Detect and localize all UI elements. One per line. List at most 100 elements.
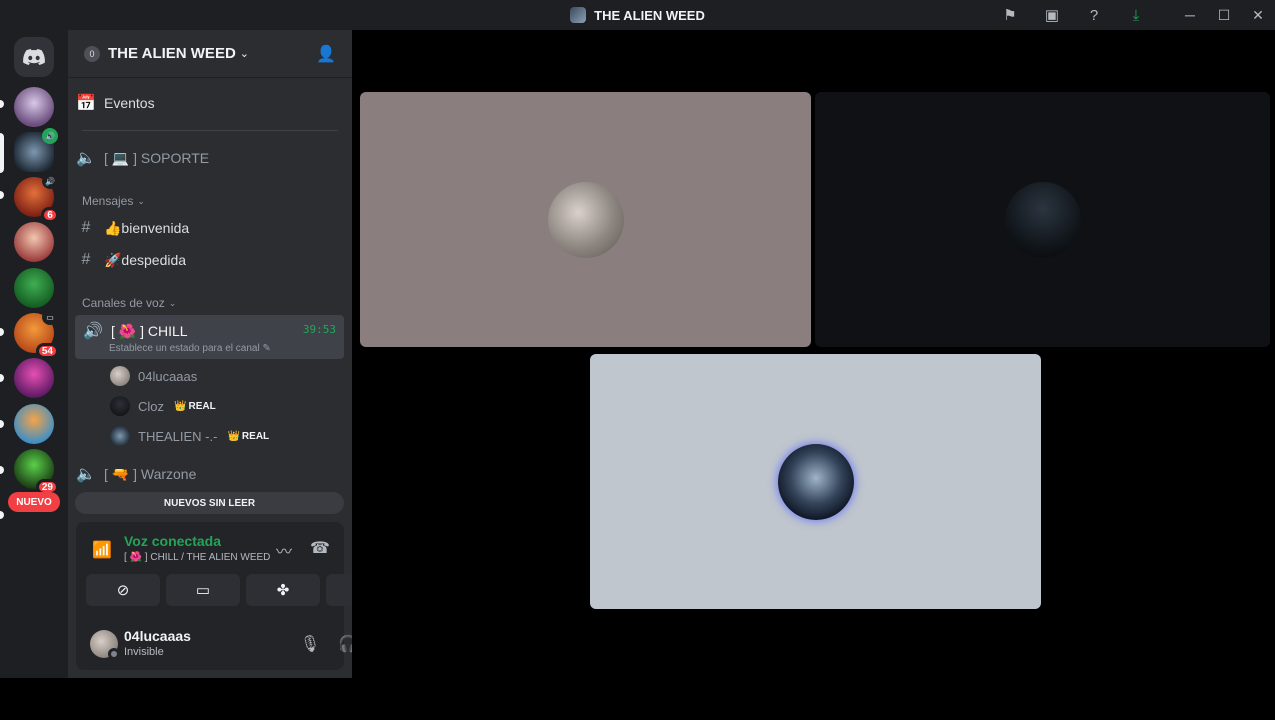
server-icon-7[interactable] [14, 358, 54, 398]
participant-tile-thealien[interactable] [590, 354, 1041, 609]
mention-badge: 6 [41, 207, 59, 223]
screen-share-icon: ▭ [195, 582, 211, 599]
channel-name: [ 💻 ] SOPORTE [104, 149, 210, 166]
screen-record-icon[interactable]: ▣ [1031, 0, 1073, 30]
bottom-strip [0, 678, 1275, 720]
call-timer: 39:53 [302, 323, 336, 336]
unread-pill [0, 191, 4, 199]
voice-channel-chill[interactable]: 🔊 [ 🌺 ] CHILL 39:53 Establece un estado … [75, 315, 344, 359]
avatar [110, 396, 130, 416]
events-item[interactable]: 📅 Eventos [76, 92, 344, 114]
server-icon-9[interactable]: 29 [14, 449, 59, 495]
camera-off-icon: ⊘ [116, 582, 130, 599]
category-mensajes[interactable]: Mensajes ⌄ [82, 194, 145, 208]
server-name: THE ALIEN WEED [108, 45, 236, 62]
hashtag-icon: # [81, 251, 91, 268]
speaker-icon: 🔈 [76, 466, 96, 483]
server-icon-4[interactable] [14, 222, 54, 262]
window-title-text: THE ALIEN WEED [594, 7, 705, 23]
divider [82, 130, 338, 131]
camera-toggle-button[interactable]: ⊘ [86, 574, 160, 606]
voice-call-stage [352, 30, 1275, 678]
server-icon-the-alien-weed[interactable]: 🔊 [14, 128, 58, 172]
speaker-icon: 🔊 [42, 173, 58, 189]
window-title: THE ALIEN WEED [570, 7, 705, 23]
server-icon-5[interactable] [14, 268, 54, 308]
participant-tile-cloz[interactable] [815, 92, 1270, 347]
connection-signal-icon[interactable]: 📶 [92, 540, 112, 560]
category-voz[interactable]: Canales de voz ⌄ [82, 296, 176, 310]
title-bar-actions: ⚑ ▣ ? ⤓ ─ ☐ ✕ [989, 0, 1275, 30]
category-label: Canales de voz [82, 296, 165, 310]
voice-user[interactable]: Cloz 👑 REAL [110, 396, 216, 416]
selected-pill [0, 133, 4, 173]
crown-icon: 👑 [227, 430, 240, 442]
title-bar: THE ALIEN WEED ⚑ ▣ ? ⤓ ─ ☐ ✕ [0, 0, 1275, 30]
server-icon-3[interactable]: 🔊 6 [14, 173, 59, 223]
voice-user-panel: 📶 Voz conectada [ 🌺 ] CHILL / THE ALIEN … [76, 522, 400, 670]
voice-user[interactable]: THEALIEN -.- 👑 REAL [110, 426, 269, 446]
participant-avatar [1004, 181, 1081, 258]
avatar [110, 366, 130, 386]
new-unreads-bar[interactable]: NUEVOS SIN LEER [75, 492, 344, 514]
voice-channel-warzone[interactable]: 🔈 [ 🔫 ] Warzone [76, 463, 344, 485]
activities-button[interactable]: ✤ [246, 574, 320, 606]
maximize-icon[interactable]: ☐ [1207, 0, 1241, 30]
download-icon[interactable]: ⤓ [1115, 0, 1157, 30]
role-tag: 👑 REAL [227, 430, 270, 442]
user-name[interactable]: 04lucaaas [124, 628, 191, 644]
noise-suppression-icon[interactable]: 〰 [272, 538, 296, 562]
microphone-icon[interactable]: 🎙 [298, 634, 322, 654]
server-icon-6[interactable]: ▭ 54 [14, 309, 59, 359]
participant-avatar [777, 443, 854, 520]
participant-tile-04lucaaas[interactable] [360, 92, 811, 347]
voice-user-name: THEALIEN -.- [138, 428, 218, 444]
user-status[interactable]: Invisible [124, 646, 164, 658]
hashtag-icon: # [81, 219, 91, 236]
channel-sidebar: 0 THE ALIEN WEED ⌄ 👤 📅 Eventos 🔈 [ 💻 ] S… [68, 30, 400, 678]
channel-status-prompt[interactable]: Establece un estado para el canal ✎ [109, 343, 271, 354]
unread-pill [0, 466, 4, 474]
speaker-icon: 🔊 [83, 323, 103, 340]
server-icon-1[interactable] [14, 87, 54, 127]
unread-pill [0, 374, 4, 382]
invite-people-icon[interactable]: 👤 [316, 44, 336, 64]
unread-pill [0, 328, 4, 336]
voice-connected-subtitle[interactable]: [ 🌺 ] CHILL / THE ALIEN WEED [124, 552, 270, 563]
channel-name: 🚀despedida [104, 251, 187, 268]
server-list: 🔊 🔊 6 ▭ 54 29 NUEVO [0, 30, 68, 678]
discord-logo-icon [23, 49, 45, 65]
discord-home-button[interactable] [14, 37, 54, 77]
voice-connected-title[interactable]: Voz conectada [124, 533, 221, 549]
text-channel-bienvenida[interactable]: # 👍bienvenida [76, 217, 344, 239]
boost-level-badge: 0 [84, 45, 100, 62]
status-indicator [108, 648, 120, 660]
close-icon[interactable]: ✕ [1241, 0, 1275, 30]
avatar [110, 426, 130, 446]
voice-user[interactable]: 04lucaaas [110, 366, 197, 386]
voice-channel-soporte[interactable]: 🔈 [ 💻 ] SOPORTE [76, 147, 344, 169]
unread-pill [0, 420, 4, 428]
speaker-icon: 🔈 [76, 150, 96, 167]
help-icon[interactable]: ? [1073, 0, 1115, 30]
server-mini-icon [570, 7, 587, 23]
crown-icon: 👑 [174, 400, 187, 412]
voice-user-name: 04lucaaas [138, 368, 198, 384]
category-label: Mensajes [82, 194, 134, 208]
text-channel-despedida[interactable]: # 🚀despedida [76, 249, 344, 271]
unread-pill [0, 511, 4, 519]
disconnect-icon[interactable]: ☎ [308, 538, 332, 558]
activities-icon: ✤ [276, 582, 290, 599]
screen-share-button[interactable]: ▭ [166, 574, 240, 606]
screen-share-icon: ▭ [42, 309, 58, 325]
server-header[interactable]: 0 THE ALIEN WEED ⌄ 👤 [68, 30, 352, 78]
mention-badge: 54 [35, 343, 59, 359]
channel-name: 👍bienvenida [104, 219, 190, 236]
flag-icon[interactable]: ⚑ [989, 0, 1031, 30]
channel-name: [ 🌺 ] CHILL [111, 322, 188, 339]
minimize-icon[interactable]: ─ [1173, 0, 1207, 30]
server-icon-8[interactable] [14, 404, 54, 444]
chevron-down-icon: ⌄ [168, 297, 177, 308]
new-unreads-badge[interactable]: NUEVO [8, 492, 60, 512]
calendar-icon: 📅 [76, 95, 96, 112]
